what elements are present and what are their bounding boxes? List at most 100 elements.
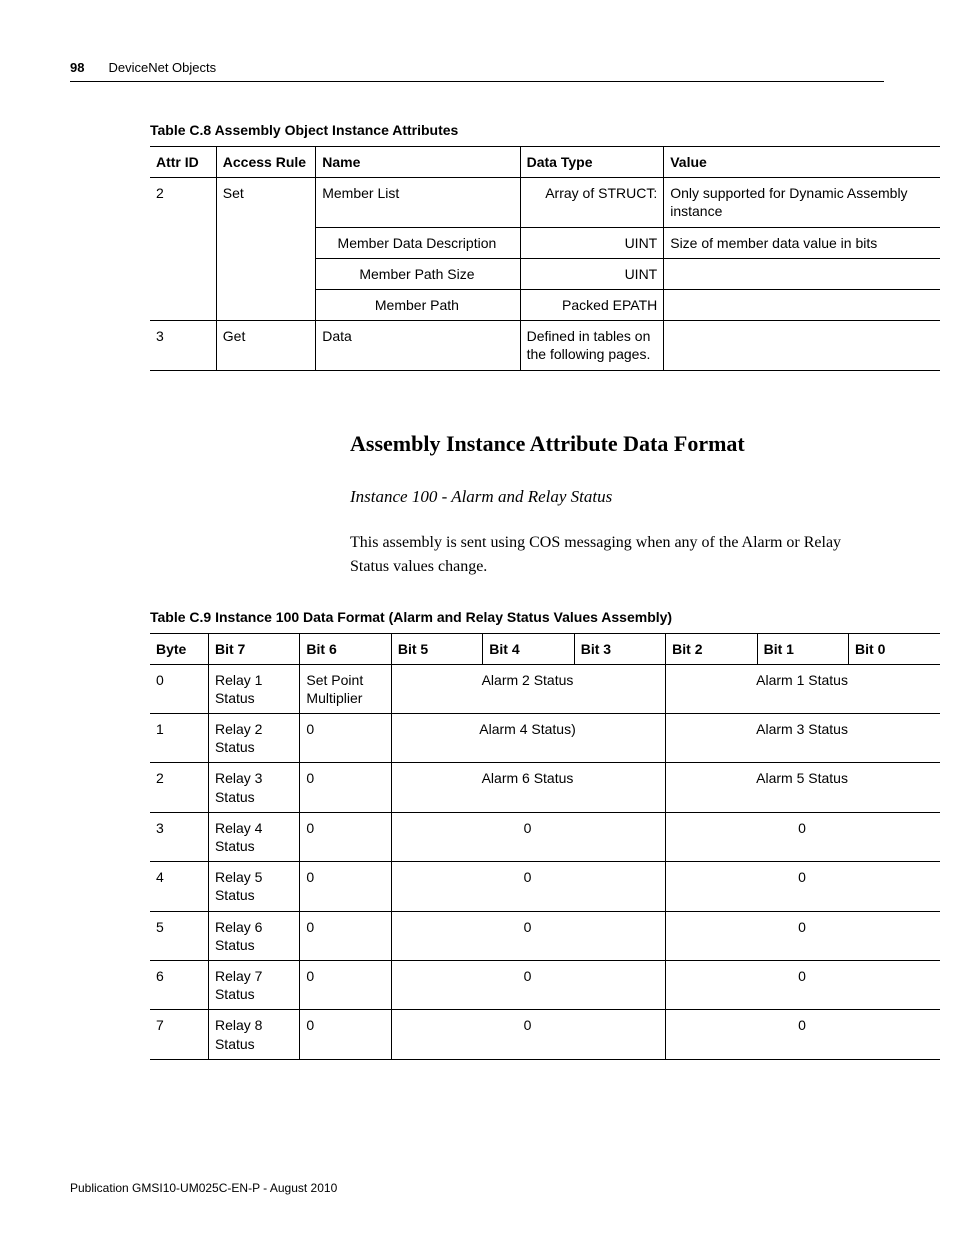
table-c8-caption: Table C.8 Assembly Object Instance Attri… [150, 122, 884, 138]
cell: Relay 5 Status [208, 862, 299, 911]
cell: Defined in tables on the following pages… [520, 321, 664, 370]
table-row: 2Relay 3 Status0Alarm 6 StatusAlarm 5 St… [150, 763, 940, 812]
cell: Array of STRUCT: [520, 178, 664, 227]
cell: Relay 8 Status [208, 1010, 299, 1059]
cell: Relay 7 Status [208, 960, 299, 1009]
cell: Alarm 5 Status [666, 763, 940, 812]
cell: Relay 3 Status [208, 763, 299, 812]
cell: Packed EPATH [520, 289, 664, 320]
cell: Alarm 3 Status [666, 714, 940, 763]
col-bit2: Bit 2 [666, 633, 757, 664]
table-row: 5Relay 6 Status000 [150, 911, 940, 960]
cell: Data [316, 321, 520, 370]
cell: 0 [150, 664, 208, 713]
col-value: Value [664, 147, 940, 178]
cell: Set Point Multiplier [300, 664, 391, 713]
col-data-type: Data Type [520, 147, 664, 178]
table-row: 3Relay 4 Status000 [150, 812, 940, 861]
cell: Size of member data value in bits [664, 227, 940, 258]
cell: 0 [391, 812, 665, 861]
cell: 0 [666, 1010, 940, 1059]
cell: 0 [666, 812, 940, 861]
cell: 0 [666, 862, 940, 911]
cell: 0 [666, 911, 940, 960]
cell: Relay 1 Status [208, 664, 299, 713]
header-section-title: DeviceNet Objects [108, 60, 216, 75]
table-row: 0Relay 1 StatusSet Point MultiplierAlarm… [150, 664, 940, 713]
cell: 0 [300, 960, 391, 1009]
cell: 0 [300, 763, 391, 812]
cell: Member Data Description [316, 227, 520, 258]
cell: 0 [300, 862, 391, 911]
table-row: 4Relay 5 Status000 [150, 862, 940, 911]
table-row: Member Path Packed EPATH [150, 289, 940, 320]
cell: 2 [150, 763, 208, 812]
col-attr-id: Attr ID [150, 147, 216, 178]
cell: 3 [150, 321, 216, 370]
cell: 5 [150, 911, 208, 960]
cell: Alarm 2 Status [391, 664, 665, 713]
col-name: Name [316, 147, 520, 178]
cell: Relay 2 Status [208, 714, 299, 763]
cell: 7 [150, 1010, 208, 1059]
table-row: 7Relay 8 Status000 [150, 1010, 940, 1059]
cell [664, 258, 940, 289]
cell [216, 227, 315, 258]
section-subheading: Instance 100 - Alarm and Relay Status [350, 487, 884, 507]
cell: Alarm 1 Status [666, 664, 940, 713]
table-row: Byte Bit 7 Bit 6 Bit 5 Bit 4 Bit 3 Bit 2… [150, 633, 940, 664]
table-row: 3 Get Data Defined in tables on the foll… [150, 321, 940, 370]
cell [150, 289, 216, 320]
cell: Only supported for Dynamic Assembly inst… [664, 178, 940, 227]
cell: 2 [150, 178, 216, 227]
body-paragraph: This assembly is sent using COS messagin… [350, 531, 874, 579]
section-heading: Assembly Instance Attribute Data Format [350, 431, 884, 457]
col-byte: Byte [150, 633, 208, 664]
cell [150, 227, 216, 258]
footer-publication: Publication GMSI10-UM025C-EN-P - August … [70, 1181, 337, 1195]
table-row: 2 Set Member List Array of STRUCT: Only … [150, 178, 940, 227]
cell: 0 [391, 1010, 665, 1059]
cell: UINT [520, 258, 664, 289]
col-bit6: Bit 6 [300, 633, 391, 664]
cell: 0 [300, 911, 391, 960]
cell: Alarm 6 Status [391, 763, 665, 812]
cell: Relay 6 Status [208, 911, 299, 960]
cell: 3 [150, 812, 208, 861]
cell: 0 [300, 812, 391, 861]
cell: 0 [300, 714, 391, 763]
cell: Member List [316, 178, 520, 227]
cell [664, 321, 940, 370]
cell: 0 [666, 960, 940, 1009]
cell: Set [216, 178, 315, 227]
cell: Member Path Size [316, 258, 520, 289]
cell [216, 289, 315, 320]
cell: 1 [150, 714, 208, 763]
table-row: Member Path Size UINT [150, 258, 940, 289]
cell: 0 [391, 862, 665, 911]
cell [150, 258, 216, 289]
col-bit3: Bit 3 [574, 633, 665, 664]
table-c9-caption: Table C.9 Instance 100 Data Format (Alar… [150, 609, 884, 625]
cell [216, 258, 315, 289]
cell [664, 289, 940, 320]
cell: UINT [520, 227, 664, 258]
col-bit4: Bit 4 [483, 633, 574, 664]
col-access-rule: Access Rule [216, 147, 315, 178]
table-c9: Byte Bit 7 Bit 6 Bit 5 Bit 4 Bit 3 Bit 2… [150, 633, 940, 1060]
cell: 0 [300, 1010, 391, 1059]
page-header: 98 DeviceNet Objects [70, 60, 884, 82]
cell: Relay 4 Status [208, 812, 299, 861]
cell: 6 [150, 960, 208, 1009]
cell: Member Path [316, 289, 520, 320]
cell: 0 [391, 960, 665, 1009]
col-bit1: Bit 1 [757, 633, 848, 664]
col-bit0: Bit 0 [849, 633, 940, 664]
table-row: 6Relay 7 Status000 [150, 960, 940, 1009]
table-row: Member Data Description UINT Size of mem… [150, 227, 940, 258]
page-number: 98 [70, 60, 84, 75]
col-bit5: Bit 5 [391, 633, 482, 664]
cell: 0 [391, 911, 665, 960]
cell: Get [216, 321, 315, 370]
table-row: Attr ID Access Rule Name Data Type Value [150, 147, 940, 178]
